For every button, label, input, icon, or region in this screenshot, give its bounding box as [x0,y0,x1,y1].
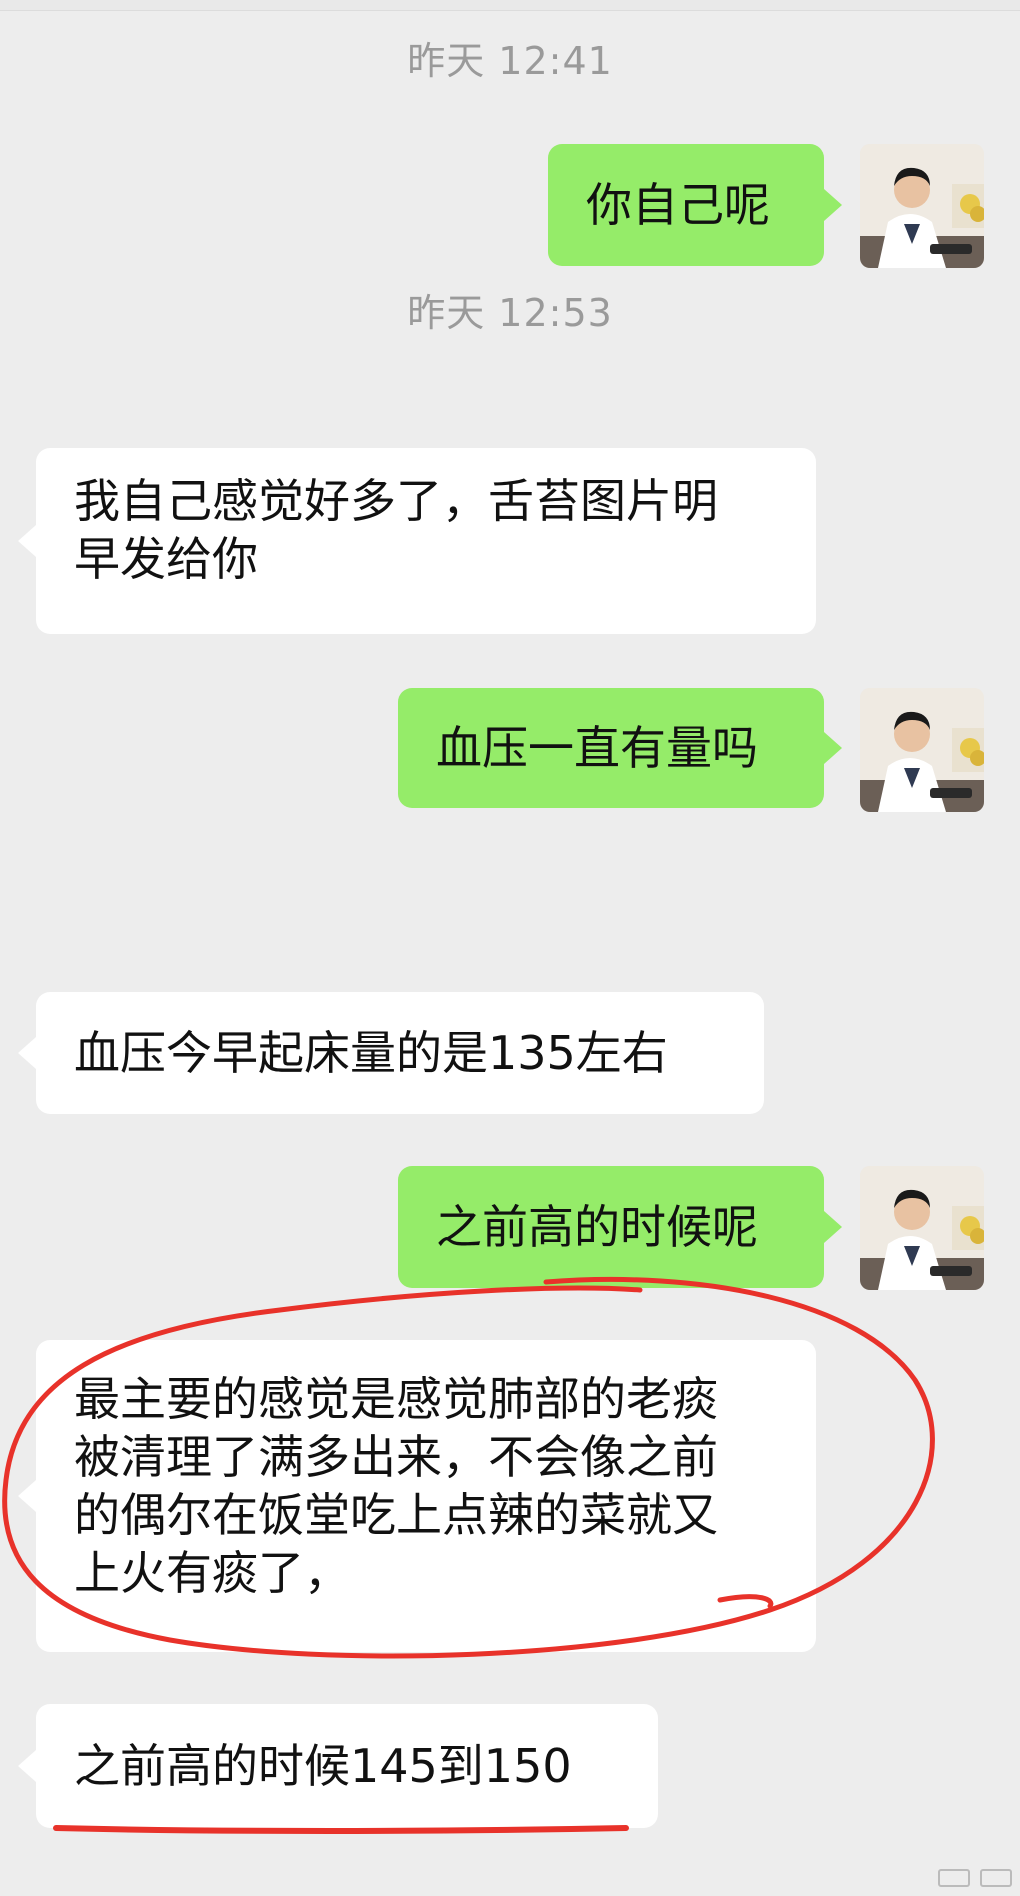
timestamp: 昨天 12:53 [407,291,613,335]
message-body: 最主要的感觉是感觉肺部的老痰 被清理了满多出来，不会像之前 的偶尔在饭堂吃上点辣… [74,1370,718,1602]
message-text: 之前高的时候145到150 [74,1739,572,1793]
outgoing-message[interactable]: 你自己呢 [548,144,842,266]
message-text: 血压一直有量吗 [436,721,758,775]
message-line: 早发给你 [74,532,258,586]
outgoing-message[interactable]: 之前高的时候呢 [398,1166,842,1288]
outgoing-message[interactable]: 血压一直有量吗 [398,688,842,808]
message-text: 血压今早起床量的是135左右 [74,1026,668,1080]
message-text: 之前高的时候呢 [436,1200,758,1254]
message-line: 我自己感觉好多了，舌苔图片明 [74,474,718,528]
doctor-avatar-icon[interactable] [860,688,984,812]
window-icon [980,1869,1012,1887]
message-body: 我自己感觉好多了，舌苔图片明 早发给你 [74,472,718,588]
message-line: 的偶尔在饭堂吃上点辣的菜就又 [74,1488,718,1542]
incoming-message[interactable]: 最主要的感觉是感觉肺部的老痰 被清理了满多出来，不会像之前 的偶尔在饭堂吃上点辣… [18,1340,816,1652]
incoming-message[interactable]: 之前高的时候145到150 [18,1704,658,1828]
annotation-underline [53,1825,629,1834]
incoming-message[interactable]: 血压今早起床量的是135左右 [18,992,764,1114]
message-line: 最主要的感觉是感觉肺部的老痰 [74,1372,718,1426]
message-line: 上火有痰了， [74,1546,350,1600]
timestamp: 昨天 12:41 [407,39,613,83]
doctor-avatar-icon[interactable] [860,1166,984,1290]
incoming-message[interactable]: 我自己感觉好多了，舌苔图片明 早发给你 [18,448,816,634]
top-edge [0,0,1020,11]
message-line: 被清理了满多出来，不会像之前 [74,1430,718,1484]
message-text: 你自己呢 [586,178,770,232]
window-icon [938,1869,970,1887]
corner-icons [858,1869,1012,1887]
doctor-avatar-icon[interactable] [860,144,984,268]
